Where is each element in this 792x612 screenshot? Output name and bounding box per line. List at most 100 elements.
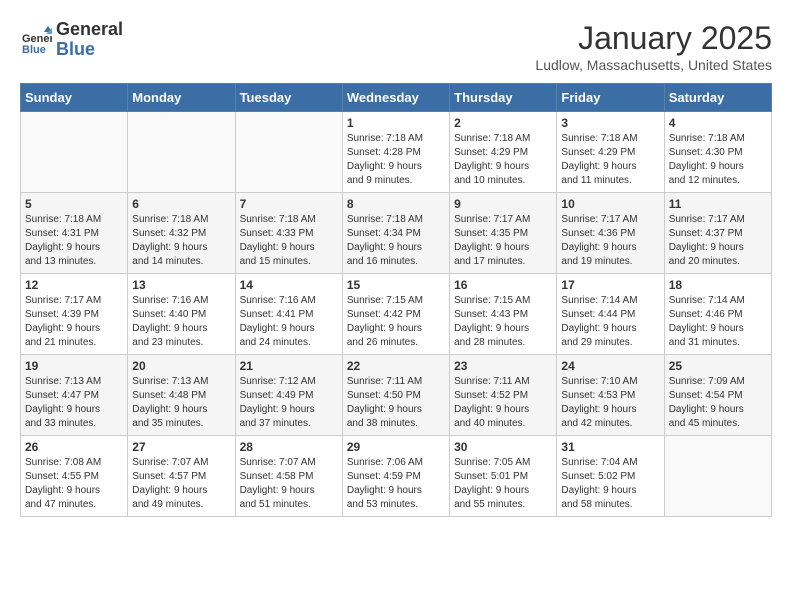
calendar-cell: 23 Sunrise: 7:11 AM Sunset: 4:52 PM Dayli… bbox=[450, 355, 557, 436]
day-number: 8 bbox=[347, 197, 445, 211]
weekday-header-row: SundayMondayTuesdayWednesdayThursdayFrid… bbox=[21, 84, 772, 112]
calendar-cell: 6 Sunrise: 7:18 AM Sunset: 4:32 PM Daylig… bbox=[128, 193, 235, 274]
calendar-cell: 10Sunrise: 7:17 AM Sunset: 4:36 PM Dayli… bbox=[557, 193, 664, 274]
calendar-cell: 29Sunrise: 7:06 AM Sunset: 4:59 PM Dayli… bbox=[342, 436, 449, 517]
location-title: Ludlow, Massachusetts, United States bbox=[535, 57, 772, 73]
day-number: 1 bbox=[347, 116, 445, 130]
title-block: January 2025 Ludlow, Massachusetts, Unit… bbox=[535, 20, 772, 73]
day-info: Sunrise: 7:14 AM Sunset: 4:46 PM Dayligh… bbox=[669, 294, 767, 350]
calendar-cell bbox=[235, 112, 342, 193]
calendar-cell: 3 Sunrise: 7:18 AM Sunset: 4:29 PM Daylig… bbox=[557, 112, 664, 193]
day-number: 23 bbox=[454, 359, 552, 373]
calendar-cell: 13 Sunrise: 7:16 AM Sunset: 4:40 PM Dayli… bbox=[128, 274, 235, 355]
calendar-cell: 27 Sunrise: 7:07 AM Sunset: 4:57 PM Dayli… bbox=[128, 436, 235, 517]
weekday-header-sunday: Sunday bbox=[21, 84, 128, 112]
day-number: 7 bbox=[240, 197, 338, 211]
weekday-header-wednesday: Wednesday bbox=[342, 84, 449, 112]
day-number: 18 bbox=[669, 278, 767, 292]
calendar-cell bbox=[21, 112, 128, 193]
calendar-cell: 9 Sunrise: 7:17 AM Sunset: 4:35 PM Daylig… bbox=[450, 193, 557, 274]
logo-icon: General Blue bbox=[20, 24, 52, 56]
day-number: 13 bbox=[132, 278, 230, 292]
day-number: 21 bbox=[240, 359, 338, 373]
day-info: Sunrise: 7:16 AM Sunset: 4:41 PM Dayligh… bbox=[240, 294, 338, 350]
page-header: General Blue General Blue January 2025 L… bbox=[20, 20, 772, 73]
day-info: Sunrise: 7:16 AM Sunset: 4:40 PM Dayligh… bbox=[132, 294, 230, 350]
day-number: 24 bbox=[561, 359, 659, 373]
day-info: Sunrise: 7:17 AM Sunset: 4:39 PM Dayligh… bbox=[25, 294, 123, 350]
day-info: Sunrise: 7:08 AM Sunset: 4:55 PM Dayligh… bbox=[25, 456, 123, 512]
calendar-cell: 20 Sunrise: 7:13 AM Sunset: 4:48 PM Dayli… bbox=[128, 355, 235, 436]
day-info: Sunrise: 7:17 AM Sunset: 4:37 PM Dayligh… bbox=[669, 213, 767, 269]
weekday-header-saturday: Saturday bbox=[664, 84, 771, 112]
day-number: 16 bbox=[454, 278, 552, 292]
weekday-header-monday: Monday bbox=[128, 84, 235, 112]
calendar-cell: 15Sunrise: 7:15 AM Sunset: 4:42 PM Dayli… bbox=[342, 274, 449, 355]
calendar-cell: 30Sunrise: 7:05 AM Sunset: 5:01 PM Dayli… bbox=[450, 436, 557, 517]
calendar-cell: 17 Sunrise: 7:14 AM Sunset: 4:44 PM Dayli… bbox=[557, 274, 664, 355]
day-number: 15 bbox=[347, 278, 445, 292]
calendar-cell: 16 Sunrise: 7:15 AM Sunset: 4:43 PM Dayli… bbox=[450, 274, 557, 355]
calendar-cell: 28Sunrise: 7:07 AM Sunset: 4:58 PM Dayli… bbox=[235, 436, 342, 517]
day-info: Sunrise: 7:09 AM Sunset: 4:54 PM Dayligh… bbox=[669, 375, 767, 431]
day-number: 28 bbox=[240, 440, 338, 454]
day-number: 4 bbox=[669, 116, 767, 130]
day-info: Sunrise: 7:07 AM Sunset: 4:57 PM Dayligh… bbox=[132, 456, 230, 512]
day-info: Sunrise: 7:11 AM Sunset: 4:52 PM Dayligh… bbox=[454, 375, 552, 431]
calendar-cell: 22 Sunrise: 7:11 AM Sunset: 4:50 PM Dayli… bbox=[342, 355, 449, 436]
calendar-cell: 12 Sunrise: 7:17 AM Sunset: 4:39 PM Dayli… bbox=[21, 274, 128, 355]
calendar-cell bbox=[664, 436, 771, 517]
calendar-cell: 26 Sunrise: 7:08 AM Sunset: 4:55 PM Dayli… bbox=[21, 436, 128, 517]
calendar-cell: 19Sunrise: 7:13 AM Sunset: 4:47 PM Dayli… bbox=[21, 355, 128, 436]
day-number: 30 bbox=[454, 440, 552, 454]
calendar-cell: 21 Sunrise: 7:12 AM Sunset: 4:49 PM Dayli… bbox=[235, 355, 342, 436]
day-number: 31 bbox=[561, 440, 659, 454]
weekday-header-thursday: Thursday bbox=[450, 84, 557, 112]
calendar-cell: 8Sunrise: 7:18 AM Sunset: 4:34 PM Daylig… bbox=[342, 193, 449, 274]
calendar-cell: 14 Sunrise: 7:16 AM Sunset: 4:41 PM Dayli… bbox=[235, 274, 342, 355]
calendar-week-row: 26 Sunrise: 7:08 AM Sunset: 4:55 PM Dayli… bbox=[21, 436, 772, 517]
day-info: Sunrise: 7:18 AM Sunset: 4:32 PM Dayligh… bbox=[132, 213, 230, 269]
day-info: Sunrise: 7:18 AM Sunset: 4:29 PM Dayligh… bbox=[454, 132, 552, 188]
day-info: Sunrise: 7:10 AM Sunset: 4:53 PM Dayligh… bbox=[561, 375, 659, 431]
day-number: 26 bbox=[25, 440, 123, 454]
day-number: 22 bbox=[347, 359, 445, 373]
day-info: Sunrise: 7:06 AM Sunset: 4:59 PM Dayligh… bbox=[347, 456, 445, 512]
day-info: Sunrise: 7:15 AM Sunset: 4:43 PM Dayligh… bbox=[454, 294, 552, 350]
calendar-week-row: 1 Sunrise: 7:18 AM Sunset: 4:28 PM Daylig… bbox=[21, 112, 772, 193]
calendar-cell: 24 Sunrise: 7:10 AM Sunset: 4:53 PM Dayli… bbox=[557, 355, 664, 436]
weekday-header-friday: Friday bbox=[557, 84, 664, 112]
calendar-cell: 5 Sunrise: 7:18 AM Sunset: 4:31 PM Daylig… bbox=[21, 193, 128, 274]
day-number: 17 bbox=[561, 278, 659, 292]
calendar-cell: 11Sunrise: 7:17 AM Sunset: 4:37 PM Dayli… bbox=[664, 193, 771, 274]
day-info: Sunrise: 7:04 AM Sunset: 5:02 PM Dayligh… bbox=[561, 456, 659, 512]
calendar-week-row: 5 Sunrise: 7:18 AM Sunset: 4:31 PM Daylig… bbox=[21, 193, 772, 274]
day-number: 27 bbox=[132, 440, 230, 454]
day-info: Sunrise: 7:13 AM Sunset: 4:48 PM Dayligh… bbox=[132, 375, 230, 431]
day-info: Sunrise: 7:12 AM Sunset: 4:49 PM Dayligh… bbox=[240, 375, 338, 431]
day-info: Sunrise: 7:18 AM Sunset: 4:31 PM Dayligh… bbox=[25, 213, 123, 269]
day-number: 6 bbox=[132, 197, 230, 211]
logo-line1: General bbox=[56, 20, 123, 40]
day-number: 2 bbox=[454, 116, 552, 130]
month-title: January 2025 bbox=[535, 20, 772, 57]
day-number: 3 bbox=[561, 116, 659, 130]
calendar-cell bbox=[128, 112, 235, 193]
day-info: Sunrise: 7:11 AM Sunset: 4:50 PM Dayligh… bbox=[347, 375, 445, 431]
day-info: Sunrise: 7:17 AM Sunset: 4:35 PM Dayligh… bbox=[454, 213, 552, 269]
calendar-table: SundayMondayTuesdayWednesdayThursdayFrid… bbox=[20, 83, 772, 517]
weekday-header-tuesday: Tuesday bbox=[235, 84, 342, 112]
day-number: 19 bbox=[25, 359, 123, 373]
day-number: 20 bbox=[132, 359, 230, 373]
day-info: Sunrise: 7:14 AM Sunset: 4:44 PM Dayligh… bbox=[561, 294, 659, 350]
calendar-cell: 7Sunrise: 7:18 AM Sunset: 4:33 PM Daylig… bbox=[235, 193, 342, 274]
day-number: 14 bbox=[240, 278, 338, 292]
day-info: Sunrise: 7:18 AM Sunset: 4:30 PM Dayligh… bbox=[669, 132, 767, 188]
day-info: Sunrise: 7:18 AM Sunset: 4:28 PM Dayligh… bbox=[347, 132, 445, 188]
day-number: 9 bbox=[454, 197, 552, 211]
day-number: 12 bbox=[25, 278, 123, 292]
day-info: Sunrise: 7:18 AM Sunset: 4:29 PM Dayligh… bbox=[561, 132, 659, 188]
day-number: 5 bbox=[25, 197, 123, 211]
calendar-week-row: 19Sunrise: 7:13 AM Sunset: 4:47 PM Dayli… bbox=[21, 355, 772, 436]
calendar-cell: 25Sunrise: 7:09 AM Sunset: 4:54 PM Dayli… bbox=[664, 355, 771, 436]
